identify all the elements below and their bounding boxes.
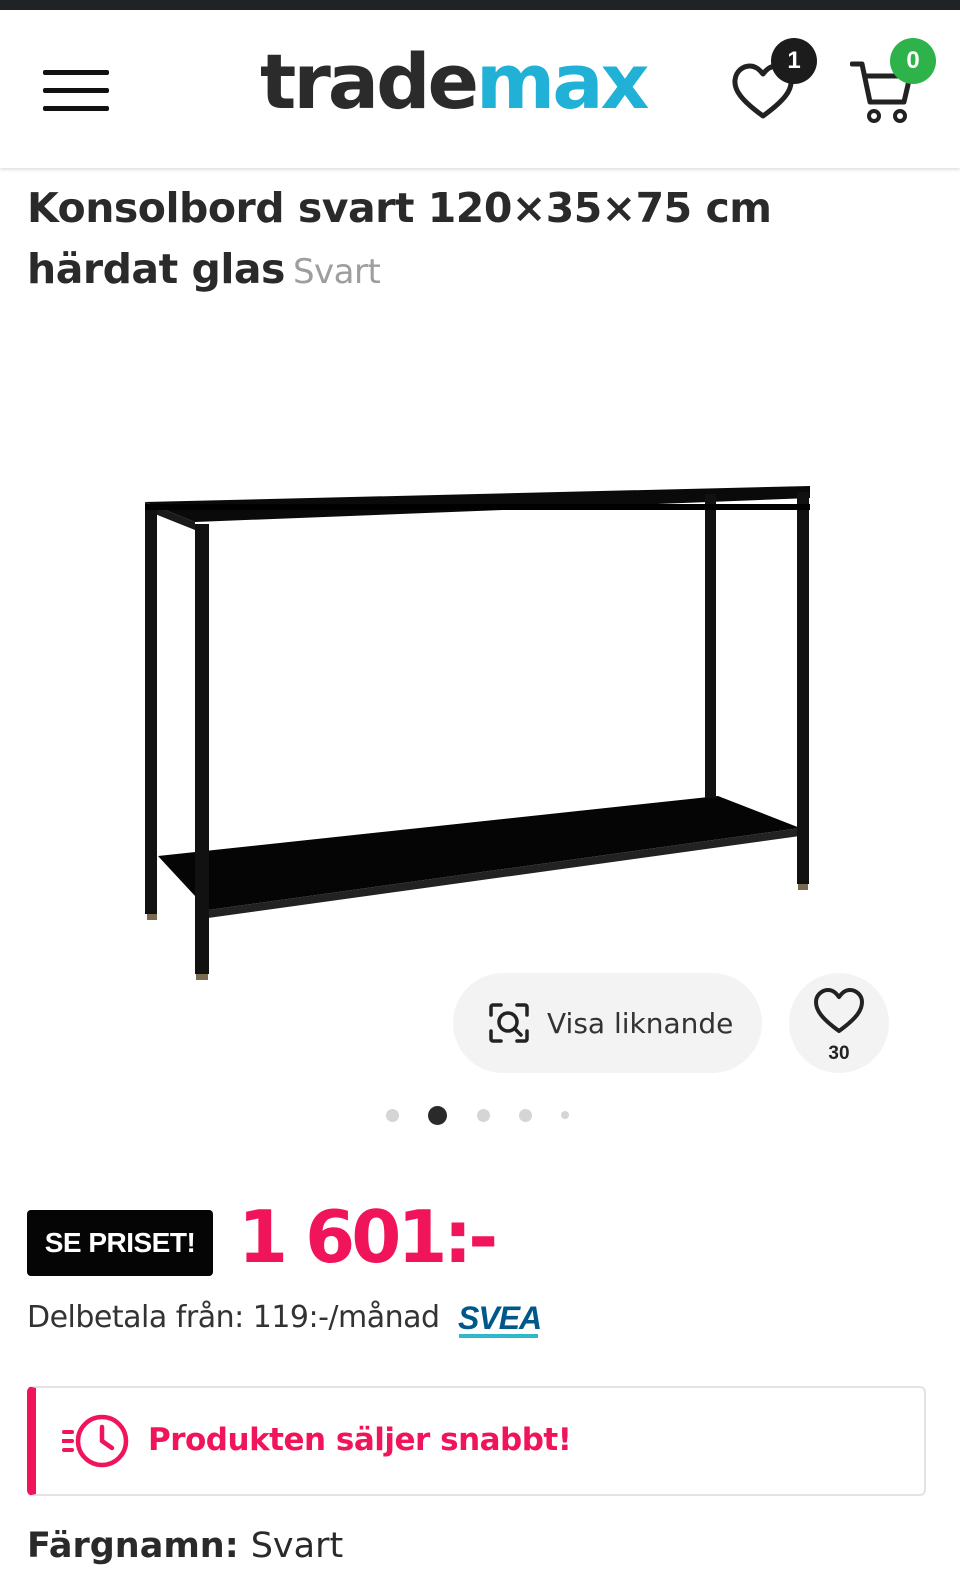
gallery-dot-3[interactable] (477, 1109, 490, 1122)
logo-text-max: max (476, 37, 649, 126)
svea-logo-underline (459, 1334, 538, 1338)
selling-fast-alert: Produkten säljer snabbt! (27, 1386, 926, 1496)
trademax-logo[interactable]: trademax (260, 44, 650, 120)
gallery-pagination (0, 1104, 960, 1126)
gallery-dot-2-active[interactable] (428, 1106, 447, 1125)
product-title-text: Konsolbord svart 120×35×75 cm härdat gla… (27, 184, 772, 293)
price-campaign-tag: SE PRISET! (27, 1210, 213, 1276)
cart-count-badge: 0 (890, 38, 936, 84)
selling-fast-text: Produkten säljer snabbt! (148, 1422, 572, 1458)
gallery-dot-4[interactable] (519, 1109, 532, 1122)
product-image[interactable] (130, 470, 830, 990)
fast-clock-icon (62, 1414, 129, 1468)
color-attribute-value: Svart (250, 1526, 344, 1566)
product-color-variant: Svart (292, 252, 381, 292)
logo-text-trade: trade (260, 37, 479, 126)
visa-liknande-label: Visa liknande (547, 1006, 734, 1040)
favorites-count: 30 (828, 1043, 850, 1064)
hamburger-menu-icon[interactable] (43, 70, 109, 112)
installment-text: Delbetala från: 119:-/månad (27, 1300, 440, 1335)
svea-logo[interactable]: SVEA (458, 1300, 542, 1337)
color-attribute-label: Färgnamn: (27, 1526, 239, 1566)
visa-liknande-button[interactable]: Visa liknande (453, 973, 762, 1073)
product-price: 1 601:- (238, 1195, 498, 1279)
visual-search-icon (489, 1003, 529, 1043)
gallery-dot-5[interactable] (561, 1111, 569, 1119)
favorite-button[interactable]: 30 (789, 973, 889, 1073)
site-header: trademax (0, 10, 960, 168)
top-status-strip (0, 0, 960, 10)
product-title: Konsolbord svart 120×35×75 cm härdat gla… (27, 178, 927, 303)
color-attribute-row: Färgnamn: Svart (27, 1526, 343, 1566)
heart-icon (814, 988, 864, 1033)
wishlist-count-badge: 1 (771, 38, 817, 84)
gallery-dot-1[interactable] (386, 1109, 399, 1122)
